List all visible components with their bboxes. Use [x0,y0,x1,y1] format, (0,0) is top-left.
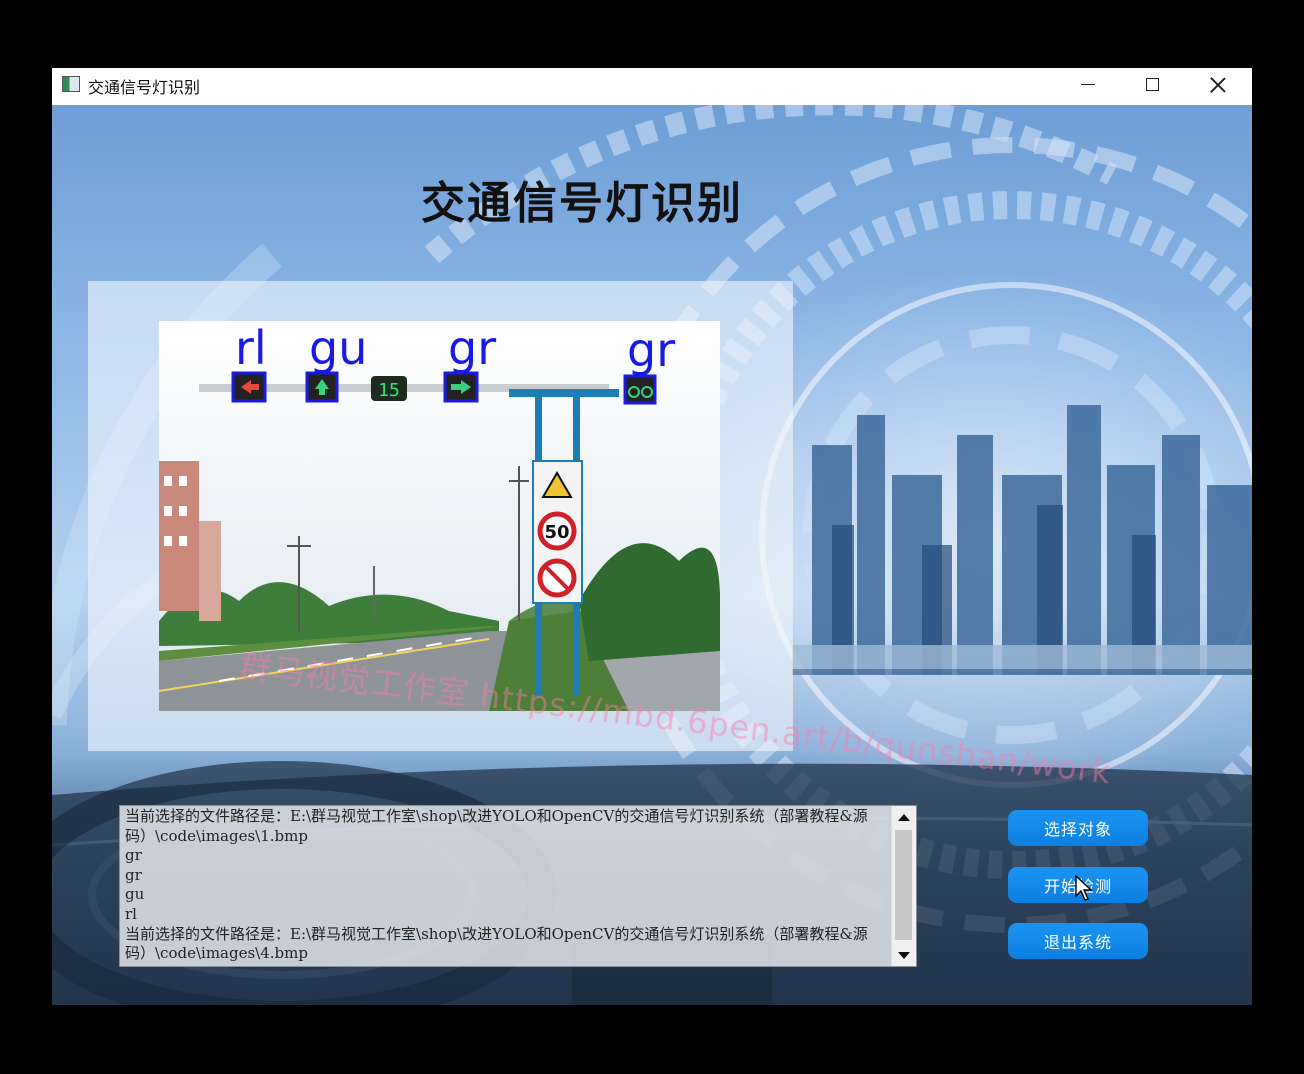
scroll-up-button[interactable] [892,806,915,828]
log-content: 当前选择的文件路径是：E:\群马视觉工作室\shop\改进YOLO和OpenCV… [125,807,885,965]
detection-label: gr [627,323,676,377]
detection-label: rl [235,321,267,375]
maximize-icon [1145,78,1159,91]
log-line: gr [125,865,142,884]
app-icon [62,76,80,92]
app-window: 交通信号灯识别 交通信号灯识别 50 15 rl gu gr gr 群马视觉工作… [52,68,1252,1005]
select-object-button[interactable]: 选择对象 [1008,810,1148,846]
maximize-button[interactable] [1120,68,1184,101]
detection-label: gr [448,321,497,375]
scrollbar-thumb[interactable] [895,830,912,940]
mouse-cursor-icon [1075,875,1093,901]
speed-limit-text: 50 [544,522,569,543]
close-button[interactable] [1186,68,1250,101]
minimize-icon [1081,83,1095,86]
window-title: 交通信号灯识别 [88,78,201,97]
log-line: rl [125,904,137,923]
arrow-down-icon [897,951,910,959]
image-panel: 50 15 rl gu gr gr 群马视觉工作室 https://mbd.6p… [88,281,1114,792]
log-textbox[interactable]: 当前选择的文件路径是：E:\群马视觉工作室\shop\改进YOLO和OpenCV… [119,805,917,967]
log-line: 当前选择的文件路径是：E:\群马视觉工作室\shop\改进YOLO和OpenCV… [125,807,868,845]
main-area: 交通信号灯识别 50 15 rl gu gr gr 群马视觉工作室 https:… [52,105,1252,1005]
log-line: gr [125,846,142,865]
app-heading: 交通信号灯识别 [421,178,743,229]
scroll-down-button[interactable] [892,944,915,966]
log-line: gu [125,885,145,904]
minimize-button[interactable] [1056,68,1120,101]
countdown-display: 15 [378,380,400,401]
log-scrollbar[interactable] [891,806,916,966]
title-bar[interactable]: 交通信号灯识别 [52,68,1252,105]
close-icon [1210,77,1226,93]
log-line: 当前选择的文件路径是：E:\群马视觉工作室\shop\改进YOLO和OpenCV… [125,924,868,963]
exit-system-button[interactable]: 退出系统 [1008,923,1148,959]
arrow-up-icon [897,813,910,821]
detection-label: gu [309,321,368,375]
